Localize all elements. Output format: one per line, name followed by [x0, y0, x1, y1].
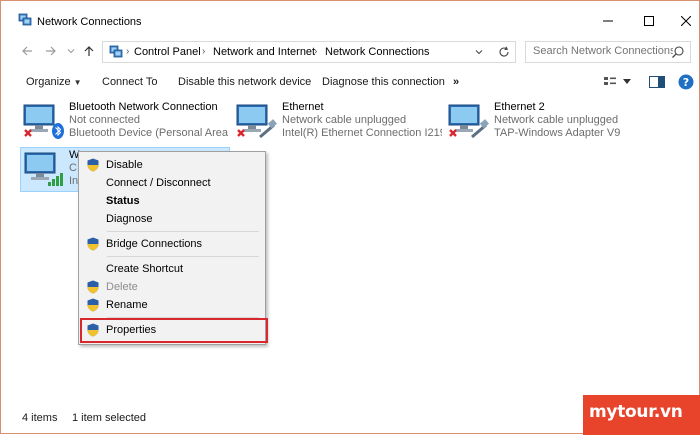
title-bar: Network Connections — [1, 1, 699, 35]
svg-text:?: ? — [683, 76, 689, 89]
organize-button[interactable]: Organize ▼ — [26, 76, 82, 88]
menu-item-diagnose[interactable]: Diagnose — [81, 210, 263, 228]
arrow-right-icon — [46, 46, 56, 56]
network-item-ethernet-2[interactable]: Ethernet 2 Network cable unplugged TAP-W… — [446, 101, 656, 145]
disable-device-button[interactable]: Disable this network device — [178, 76, 311, 88]
uac-shield-icon — [87, 280, 99, 294]
command-bar: Organize ▼ Connect To Disable this networ… — [1, 71, 699, 95]
network-item-ethernet[interactable]: Ethernet Network cable unplugged Intel(R… — [234, 101, 444, 145]
close-button[interactable] — [663, 9, 700, 33]
menu-item-connect-disconnect[interactable]: Connect / Disconnect — [81, 174, 263, 192]
search-box[interactable] — [525, 41, 691, 63]
menu-item-label: Status — [106, 195, 140, 207]
search-input[interactable] — [533, 45, 673, 57]
address-row: › Control Panel › Network and Internet ›… — [1, 37, 699, 67]
minimize-button[interactable] — [585, 9, 631, 33]
item-name: Bluetooth Network Connection — [69, 101, 218, 113]
breadcrumb-network-and-internet[interactable]: Network and Internet — [213, 46, 315, 58]
network-connections-icon — [18, 13, 32, 26]
minimize-icon — [603, 20, 613, 22]
arrow-up-icon — [84, 46, 94, 56]
uac-shield-icon — [87, 158, 99, 172]
caret-down-icon: ▼ — [73, 78, 82, 87]
selection-count: 1 item selected — [72, 412, 146, 424]
arrow-left-icon — [22, 46, 32, 56]
network-adapter-icon — [23, 104, 64, 139]
menu-item-status[interactable]: Status — [81, 192, 263, 210]
menu-item-bridge-connections[interactable]: Bridge Connections — [81, 235, 263, 253]
maximize-icon — [644, 16, 654, 26]
menu-item-delete: Delete — [81, 278, 263, 296]
item-name: Ethernet — [282, 101, 324, 113]
breadcrumb-network-connections[interactable]: Network Connections — [325, 46, 430, 58]
item-device: Intel(R) Ethernet Connection I219... — [282, 127, 442, 139]
menu-item-label: Bridge Connections — [106, 238, 203, 250]
close-icon — [681, 16, 691, 26]
item-status: Network cable unplugged — [494, 114, 619, 126]
item-status: C — [69, 162, 77, 174]
breadcrumb-separator-icon[interactable]: › — [202, 46, 205, 57]
watermark-logo: mytour.vn — [583, 395, 700, 435]
breadcrumb-control-panel[interactable]: Control Panel — [134, 46, 201, 58]
menu-item-label: Disable — [106, 159, 143, 171]
item-count: 4 items — [22, 412, 58, 424]
network-adapter-icon — [448, 104, 489, 139]
menu-item-label: Rename — [106, 299, 148, 311]
menu-item-create-shortcut[interactable]: Create Shortcut — [81, 260, 263, 278]
menu-separator — [107, 231, 259, 232]
address-history-button[interactable] — [471, 45, 487, 59]
item-device: TAP-Windows Adapter V9 — [494, 127, 621, 139]
change-view-icon[interactable] — [603, 75, 617, 89]
diagnose-connection-button[interactable]: Diagnose this connection — [322, 76, 445, 88]
menu-item-label: Delete — [106, 281, 138, 293]
control-panel-icon — [109, 45, 123, 58]
context-menu: Disable Connect / Disconnect Status Diag… — [78, 151, 268, 345]
item-name: Ethernet 2 — [494, 101, 545, 113]
properties-highlight-box — [80, 318, 268, 343]
menu-item-rename[interactable]: Rename — [81, 296, 263, 314]
uac-shield-icon — [87, 237, 99, 251]
organize-label: Organize — [26, 76, 71, 88]
item-status: Not connected — [69, 114, 140, 126]
window-title: Network Connections — [37, 16, 142, 28]
breadcrumb-separator-icon[interactable]: › — [314, 46, 317, 57]
up-button[interactable] — [81, 43, 97, 59]
watermark-text: mytour.vn — [589, 402, 683, 422]
network-item-bluetooth[interactable]: Bluetooth Network Connection Not connect… — [21, 101, 231, 145]
menu-item-label: Diagnose — [106, 213, 153, 225]
network-adapter-icon — [24, 152, 63, 186]
back-button[interactable] — [19, 43, 35, 59]
chevron-down-icon — [67, 49, 75, 54]
menu-item-label: Connect / Disconnect — [106, 177, 211, 189]
recent-locations-button[interactable] — [63, 43, 79, 59]
network-adapter-icon — [236, 104, 277, 139]
refresh-button[interactable] — [495, 44, 513, 60]
chevron-down-icon — [475, 50, 483, 55]
refresh-icon — [499, 46, 509, 57]
search-icon — [672, 46, 684, 58]
item-device: Bluetooth Device (Personal Area ... — [69, 127, 229, 139]
menu-item-label: Create Shortcut — [106, 263, 184, 275]
preview-pane-icon[interactable] — [649, 75, 665, 89]
breadcrumb-separator-icon[interactable]: › — [126, 46, 129, 57]
explorer-window: Network Connections › Control Panel › Ne… — [0, 0, 700, 434]
address-bar[interactable]: › Control Panel › Network and Internet ›… — [102, 41, 516, 63]
connect-to-button[interactable]: Connect To — [102, 76, 157, 88]
item-status: Network cable unplugged — [282, 114, 407, 126]
forward-button[interactable] — [43, 43, 59, 59]
help-icon[interactable]: ? — [678, 74, 694, 90]
view-options-chevron-icon[interactable] — [623, 79, 631, 85]
uac-shield-icon — [87, 298, 99, 312]
menu-separator — [107, 256, 259, 257]
menu-item-disable[interactable]: Disable — [81, 156, 263, 174]
more-commands-button[interactable]: » — [453, 76, 459, 88]
